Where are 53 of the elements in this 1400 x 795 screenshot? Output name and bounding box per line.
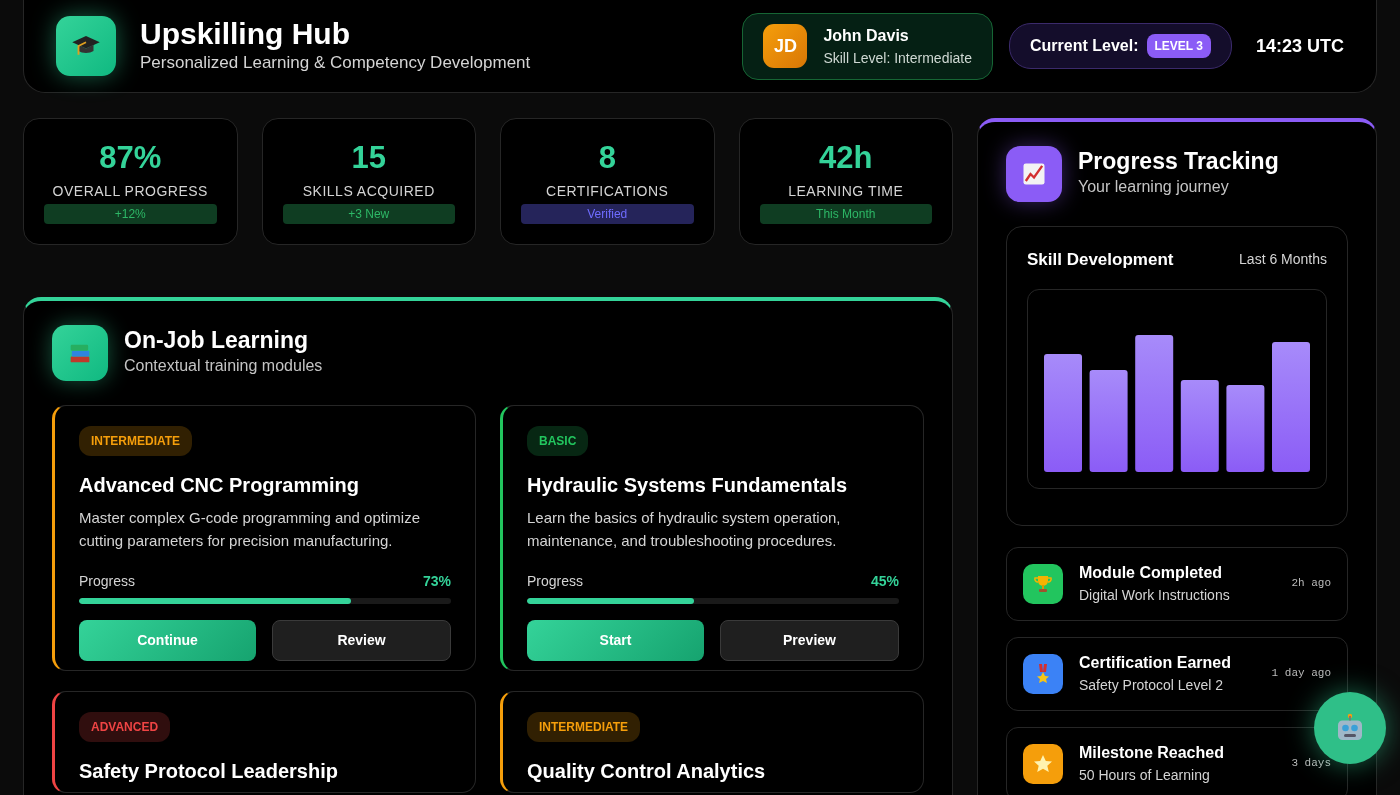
user-avatar: JD <box>763 24 808 68</box>
stat-value: 87% <box>98 141 163 176</box>
progress-label: Progress <box>79 571 136 591</box>
difficulty-tag: BASIC <box>527 426 589 456</box>
progress-label: Progress <box>527 571 584 591</box>
activity-time: 2h ago <box>1291 576 1331 592</box>
stat-badge: This Month <box>759 204 932 225</box>
section-subtitle: Contextual training modules <box>124 355 323 376</box>
stat-value: 42h <box>818 141 874 176</box>
secondary-button[interactable]: Preview <box>720 619 899 661</box>
chart-period: Last 6 Months <box>1239 250 1327 270</box>
difficulty-tag: ADVANCED <box>79 712 171 742</box>
module-title: Advanced CNC Programming <box>79 473 361 498</box>
activity-title: Milestone Reached <box>1079 743 1224 763</box>
app-title: Upskilling Hub <box>140 16 351 50</box>
user-card[interactable]: JD John Davis Skill Level: Intermediate <box>742 12 994 80</box>
progress-value: 73% <box>422 571 451 591</box>
activity-detail: Safety Protocol Level 2 <box>1079 676 1224 695</box>
difficulty-tag: INTERMEDIATE <box>527 712 641 742</box>
module-title: Quality Control Analytics <box>527 759 767 784</box>
stat-badge: +12% <box>44 204 217 225</box>
activity-time: 1 day ago <box>1271 666 1331 682</box>
difficulty-tag: INTERMEDIATE <box>79 426 193 456</box>
section-title: Progress Tracking <box>1078 149 1279 175</box>
activity-detail: Digital Work Instructions <box>1079 586 1230 605</box>
stat-badge: Verified <box>521 204 694 225</box>
secondary-button[interactable]: Review <box>272 619 451 661</box>
level-label: Current Level: <box>1030 36 1139 56</box>
user-name: John Davis <box>823 25 910 46</box>
activity-title: Certification Earned <box>1079 653 1232 673</box>
section-title: On-Job Learning <box>124 328 309 354</box>
activity-item[interactable]: Module Completed Digital Work Instructions 2h ago <box>1006 546 1348 621</box>
stat-label: LEARNING TIME <box>787 182 905 202</box>
module-title: Hydraulic Systems Fundamentals <box>527 473 849 498</box>
module-description: Learn the basics of hydraulic system operation, maintenance, and troubleshooting procedures. <box>527 508 842 552</box>
stat-label: CERTIFICATIONS <box>545 182 670 202</box>
stat-badge: +3 New <box>282 204 455 225</box>
module-description: Master complex G-code programming and optimize cutting parameters for precision manufacturing. <box>79 508 421 552</box>
clock-time: 14:23 UTC <box>1255 34 1344 58</box>
user-skill-level: Skill Level: Intermediate <box>823 48 973 68</box>
activity-time: 3 days <box>1291 756 1331 772</box>
section-subtitle: Your learning journey <box>1078 176 1230 197</box>
level-badge: LEVEL 3 <box>1146 34 1211 58</box>
activity-title: Module Completed <box>1079 563 1224 583</box>
progress-value: 45% <box>870 571 899 591</box>
stat-value: 15 <box>350 141 387 176</box>
stat-value: 8 <box>597 141 617 176</box>
stat-label: SKILLS ACQUIRED <box>301 182 436 202</box>
stat-label: OVERALL PROGRESS <box>51 182 209 202</box>
activity-detail: 50 Hours of Learning <box>1079 766 1211 785</box>
app-subtitle: Personalized Learning & Competency Development <box>140 51 531 74</box>
module-title: Safety Protocol Leadership <box>79 759 339 784</box>
chart-title: Skill Development <box>1027 249 1174 271</box>
